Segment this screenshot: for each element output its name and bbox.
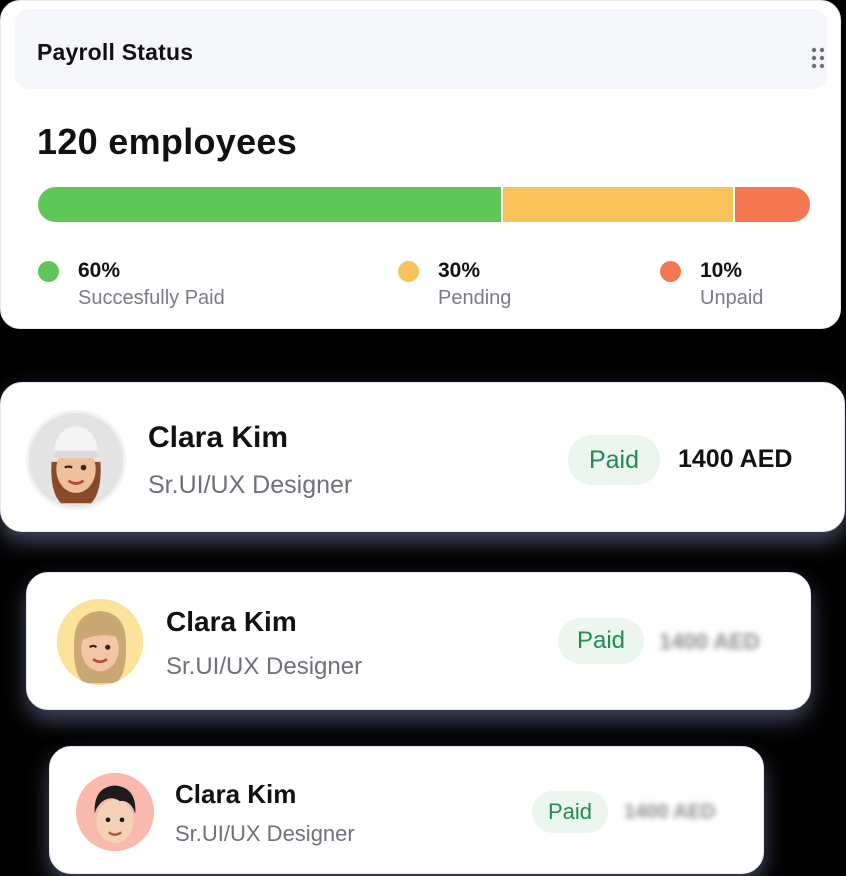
memoji-beanie-avatar-icon — [29, 413, 123, 507]
legend-paid: 60% Succesfully Paid — [38, 257, 338, 317]
progress-segment-paid — [38, 187, 502, 222]
status-badge: Paid — [532, 791, 608, 833]
legend-percent: 60% — [78, 259, 121, 282]
salary-amount: 1400 AED — [678, 445, 793, 473]
employee-role: Sr.UI/UX Designer — [148, 471, 353, 499]
progress-segment-unpaid — [732, 187, 810, 222]
unpaid-dot-icon — [660, 261, 681, 282]
legend-percent: 30% — [438, 259, 481, 282]
employee-card[interactable]: Clara Kim Sr.UI/UX Designer Paid 1400 AE… — [0, 382, 845, 532]
payroll-status-card: Payroll Status 120 employees 60% Succesf… — [0, 0, 841, 329]
drag-handle-icon[interactable] — [811, 47, 825, 69]
employee-role: Sr.UI/UX Designer — [175, 821, 355, 846]
status-badge: Paid — [558, 618, 644, 664]
legend-label: Succesfully Paid — [78, 287, 225, 309]
employee-role: Sr.UI/UX Designer — [166, 653, 363, 680]
legend-pending: 30% Pending — [398, 257, 598, 317]
employee-card[interactable]: Clara Kim Sr.UI/UX Designer Paid 1400 AE… — [49, 746, 764, 874]
legend-unpaid: 10% Unpaid — [660, 257, 810, 317]
pending-dot-icon — [398, 261, 419, 282]
memoji-boy-avatar-icon — [76, 773, 154, 851]
legend-percent: 10% — [700, 259, 743, 282]
salary-amount: 1400 AED — [624, 801, 716, 823]
employee-name: Clara Kim — [166, 606, 297, 637]
paid-dot-icon — [38, 261, 59, 282]
progress-segment-pending — [501, 187, 733, 222]
payroll-progress-bar — [38, 187, 810, 222]
card-title: Payroll Status — [37, 39, 194, 65]
memoji-blonde-avatar-icon — [57, 599, 143, 685]
employee-name: Clara Kim — [175, 779, 297, 809]
salary-amount: 1400 AED — [659, 629, 760, 654]
card-header: Payroll Status — [15, 9, 827, 89]
employee-count: 120 employees — [37, 121, 298, 162]
status-badge: Paid — [568, 435, 660, 485]
employee-name: Clara Kim — [148, 421, 289, 454]
employee-card[interactable]: Clara Kim Sr.UI/UX Designer Paid 1400 AE… — [26, 572, 811, 710]
legend-label: Unpaid — [700, 287, 764, 309]
legend-label: Pending — [438, 287, 512, 309]
